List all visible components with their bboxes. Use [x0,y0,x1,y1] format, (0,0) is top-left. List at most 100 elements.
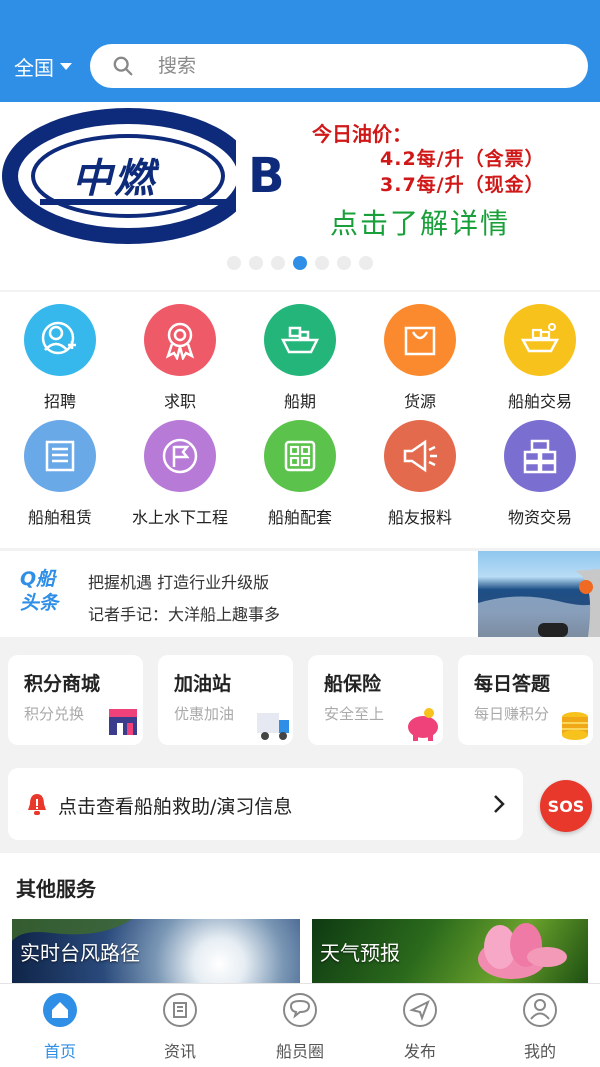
service-subtitle: 安全至上 [324,705,385,723]
flag-icon [144,420,216,492]
banner-cta[interactable]: 点击了解详情 [330,202,510,242]
category-label: 水上水下工程 [131,508,228,527]
typhoon-tracker-tile[interactable]: 实时台风路径 [12,919,300,983]
headline-1[interactable]: 把握机遇 打造行业升级版 [88,569,269,593]
category-item[interactable]: 船友报料 [360,420,480,528]
document-list-icon [24,420,96,492]
carousel-dot[interactable] [227,256,241,270]
nav-item[interactable]: 首页 [0,992,120,1062]
carousel-dot[interactable] [271,256,285,270]
service-subtitle: 每日赚积分 [474,705,550,723]
carousel-dot[interactable] [315,256,329,270]
rescue-info-bar[interactable]: 点击查看船舶救助/演习信息 [8,768,523,840]
bottom-navigation: 首页 资讯 船员圈 发布 我的 [0,983,600,1067]
service-title: 每日答题 [474,673,551,695]
award-ribbon-icon [144,304,216,376]
chevron-right-icon [494,795,505,813]
category-label: 船舶租赁 [27,508,92,527]
headline-2[interactable]: 记者手记：大洋船上趣事多 [88,601,280,625]
shopping-bag-icon [384,304,456,376]
oil-price-cash: 3.7每/升（现金） [380,174,545,196]
logo-letter: B [248,148,285,204]
carousel-dot[interactable] [359,256,373,270]
profile-icon [523,993,557,1027]
nav-label: 发布 [403,1042,436,1061]
category-item[interactable]: 船舶交易 [480,304,600,412]
nav-label: 船员圈 [275,1042,324,1061]
category-item[interactable]: 水上水下工程 [120,420,240,528]
coins-icon [562,712,588,740]
category-label: 船舶交易 [507,392,572,411]
category-label: 船期 [283,392,316,411]
category-label: 招聘 [43,392,76,411]
megaphone-icon [384,420,456,492]
promo-banner[interactable]: 中燃 B 今日油价： 4.2每/升（含票） 3.7每/升（现金） 点击了解详情 [0,102,600,290]
sos-button[interactable]: SOS [540,780,592,832]
category-item[interactable]: 船舶租赁 [0,420,120,528]
category-item[interactable]: 招聘 [0,304,120,412]
category-label: 船友报料 [387,508,452,527]
piggy-bank-icon [408,708,438,741]
service-subtitle: 优惠加油 [174,705,235,723]
oil-price-invoice: 4.2每/升（含票） [380,148,545,170]
category-grid: 招聘 求职 船期 货源 船舶交易船舶租赁 水上水下工程 船舶配套 船友报料 物资交易 [0,292,600,548]
nav-label: 资讯 [163,1042,196,1061]
category-item[interactable]: 求职 [120,304,240,412]
truck-icon [257,713,289,740]
nav-item[interactable]: 我的 [480,992,600,1062]
nav-label: 我的 [523,1042,556,1061]
news-strip[interactable]: Q船 头条 把握机遇 打造行业升级版 记者手记：大洋船上趣事多 [0,551,600,637]
weather-tile-label: 天气预报 [320,941,400,965]
category-item[interactable]: 船舶配套 [240,420,360,528]
caret-down-icon [60,63,72,70]
shop-icon [109,709,137,735]
category-label: 物资交易 [507,508,572,527]
service-card[interactable]: 每日答题 每日赚积分 [458,655,593,745]
carousel-dot[interactable] [337,256,351,270]
q-ship-headlines-logo: Q船 头条 [20,568,59,614]
other-services-section: 其他服务 实时台风路径 天气预报 [0,853,600,983]
ship-icon [264,304,336,376]
category-item[interactable]: 货源 [360,304,480,412]
nav-item[interactable]: 船员圈 [240,992,360,1062]
service-title: 加油站 [174,673,232,695]
search-bar[interactable] [90,44,588,88]
chat-bubble-icon [283,993,317,1027]
nav-item[interactable]: 发布 [360,992,480,1062]
boxes-icon [504,420,576,492]
typhoon-tile-label: 实时台风路径 [20,941,140,965]
rescue-info-text: 点击查看船舶救助/演习信息 [58,796,293,818]
grid-icon [264,420,336,492]
service-card[interactable]: 积分商城 积分兑换 [8,655,143,745]
weather-forecast-tile[interactable]: 天气预报 [312,919,588,983]
news-icon [163,993,197,1027]
category-label: 求职 [163,392,196,411]
category-label: 货源 [403,392,436,411]
news-thumbnail [478,551,600,637]
service-title: 积分商城 [24,673,101,695]
service-subtitle: 积分兑换 [24,705,85,723]
home-icon [43,993,77,1027]
service-title: 船保险 [324,673,382,695]
carousel-dot[interactable] [293,256,307,270]
logo-text: 中燃 [72,155,156,202]
category-label: 船舶配套 [267,508,332,527]
user-add-icon [24,304,96,376]
region-selector[interactable]: 全国 [14,52,72,81]
category-item[interactable]: 物资交易 [480,420,600,528]
section-title: 其他服务 [16,877,96,901]
send-icon [403,993,437,1027]
category-item[interactable]: 船期 [240,304,360,412]
region-label: 全国 [14,56,54,80]
carousel-dots [0,256,600,270]
service-card[interactable]: 船保险 安全至上 [308,655,443,745]
carousel-dot[interactable] [249,256,263,270]
oil-price-title: 今日油价： [312,122,412,146]
service-card[interactable]: 加油站 优惠加油 [158,655,293,745]
alarm-bell-icon [28,794,46,815]
search-icon [113,56,133,76]
cargo-ship-icon [504,304,576,376]
top-bar: 全国 [0,0,600,102]
search-input[interactable] [158,55,518,77]
nav-item[interactable]: 资讯 [120,992,240,1062]
